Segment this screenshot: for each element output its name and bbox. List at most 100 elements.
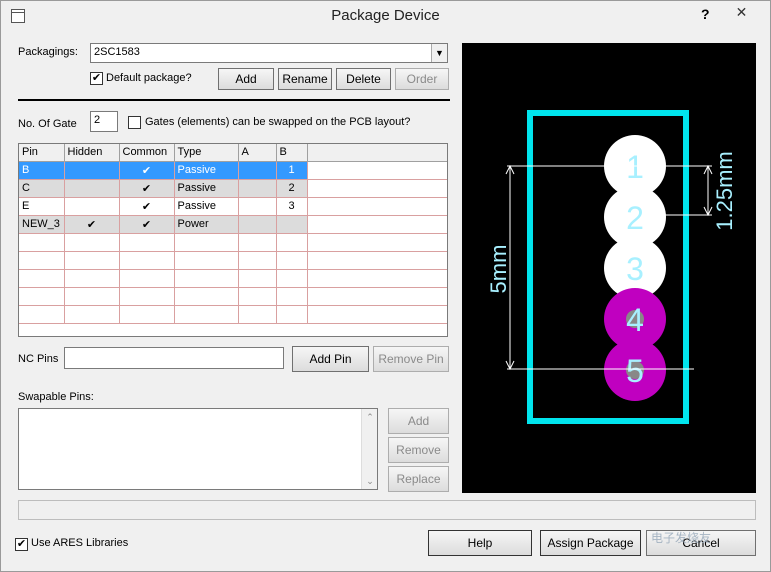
col-header-a[interactable]: A (238, 144, 277, 162)
footprint-preview[interactable]: 1 2 3 4 5 5mm 1.25mm (462, 43, 756, 493)
cell-b[interactable]: 1 (276, 161, 308, 180)
scroll-down-icon[interactable]: ⌄ (362, 473, 378, 489)
cell-pin[interactable] (19, 305, 65, 324)
cell-a[interactable] (238, 251, 277, 270)
swap-remove-button[interactable]: Remove (388, 437, 449, 463)
col-header-b[interactable]: B (276, 144, 308, 162)
cell-hidden[interactable] (64, 197, 120, 216)
table-row[interactable]: E ✔ Passive 3 (19, 197, 447, 216)
cell-a[interactable] (238, 215, 277, 234)
table-row[interactable]: C ✔ Passive 2 (19, 179, 447, 198)
cell-a[interactable] (238, 197, 277, 216)
cell-spacer (307, 305, 447, 324)
pin-table[interactable]: Pin Hidden Common Type A B B ✔ Passive 1 C ✔ P… (18, 143, 448, 337)
assign-package-button[interactable]: Assign Package (540, 530, 641, 556)
add-pin-button[interactable]: Add Pin (292, 346, 369, 372)
cell-type[interactable]: Passive (174, 179, 239, 198)
remove-pin-button[interactable]: Remove Pin (373, 346, 449, 372)
cell-type[interactable] (174, 251, 239, 270)
scroll-up-icon[interactable]: ⌃ (362, 409, 378, 425)
cell-b[interactable]: 3 (276, 197, 308, 216)
table-row[interactable] (19, 305, 447, 324)
cell-common[interactable]: ✔ (119, 215, 175, 234)
cell-common[interactable]: ✔ (119, 161, 175, 180)
cell-pin[interactable]: B (19, 161, 65, 180)
cell-type[interactable] (174, 233, 239, 252)
table-row[interactable]: NEW_3 ✔ ✔ Power (19, 215, 447, 234)
cell-common[interactable] (119, 233, 175, 252)
col-header-hidden[interactable]: Hidden (64, 144, 120, 162)
col-header-pin[interactable]: Pin (19, 144, 65, 162)
cell-hidden[interactable] (64, 233, 120, 252)
cell-pin[interactable] (19, 251, 65, 270)
cell-hidden[interactable] (64, 269, 120, 288)
pin-table-header: Pin Hidden Common Type A B (19, 144, 447, 162)
table-row[interactable] (19, 251, 447, 270)
swap-replace-button[interactable]: Replace (388, 466, 449, 492)
table-row[interactable]: B ✔ Passive 1 (19, 161, 447, 180)
cell-common[interactable] (119, 251, 175, 270)
cell-pin[interactable] (19, 233, 65, 252)
cell-b[interactable] (276, 251, 308, 270)
table-row[interactable] (19, 233, 447, 252)
cell-common[interactable]: ✔ (119, 197, 175, 216)
default-package-checkbox[interactable]: ✔ (90, 72, 103, 85)
cell-spacer (307, 179, 447, 198)
help-icon[interactable]: ? (701, 6, 710, 22)
cell-type[interactable] (174, 305, 239, 324)
packagings-select[interactable]: 2SC1583 ▼ (90, 43, 448, 63)
cell-hidden[interactable] (64, 287, 120, 306)
add-package-button[interactable]: Add (218, 68, 274, 90)
cell-hidden[interactable]: ✔ (64, 215, 120, 234)
scrollbar[interactable]: ⌃ ⌄ (361, 409, 377, 489)
cell-b[interactable]: 2 (276, 179, 308, 198)
cell-pin[interactable] (19, 269, 65, 288)
swapable-pins-list[interactable]: ⌃ ⌄ (18, 408, 378, 490)
gates-swap-checkbox[interactable] (128, 116, 141, 129)
cell-a[interactable] (238, 161, 277, 180)
cell-a[interactable] (238, 179, 277, 198)
cell-hidden[interactable] (64, 251, 120, 270)
cell-b[interactable] (276, 287, 308, 306)
nc-pins-input[interactable] (64, 347, 284, 369)
cell-common[interactable]: ✔ (119, 179, 175, 198)
table-row[interactable] (19, 269, 447, 288)
col-header-type[interactable]: Type (174, 144, 239, 162)
cell-common[interactable] (119, 305, 175, 324)
cell-a[interactable] (238, 269, 277, 288)
cell-type[interactable]: Power (174, 215, 239, 234)
cell-hidden[interactable] (64, 179, 120, 198)
cell-b[interactable] (276, 305, 308, 324)
order-package-button[interactable]: Order (395, 68, 449, 90)
use-ares-checkbox[interactable]: ✔ (15, 538, 28, 551)
cell-common[interactable] (119, 269, 175, 288)
cell-common[interactable] (119, 287, 175, 306)
cell-type[interactable] (174, 287, 239, 306)
cell-b[interactable] (276, 233, 308, 252)
gate-count-input[interactable]: 2 (90, 111, 118, 132)
cell-type[interactable]: Passive (174, 197, 239, 216)
cell-pin[interactable]: C (19, 179, 65, 198)
cell-type[interactable]: Passive (174, 161, 239, 180)
cell-b[interactable] (276, 269, 308, 288)
cell-pin[interactable]: E (19, 197, 65, 216)
cell-spacer (307, 215, 447, 234)
cell-type[interactable] (174, 269, 239, 288)
delete-package-button[interactable]: Delete (336, 68, 391, 90)
help-button[interactable]: Help (428, 530, 532, 556)
cell-hidden[interactable] (64, 161, 120, 180)
cell-a[interactable] (238, 305, 277, 324)
swap-add-button[interactable]: Add (388, 408, 449, 434)
col-header-common[interactable]: Common (119, 144, 175, 162)
cell-hidden[interactable] (64, 305, 120, 324)
status-bar (18, 500, 756, 520)
chevron-down-icon[interactable]: ▼ (431, 44, 447, 62)
cell-a[interactable] (238, 287, 277, 306)
cell-b[interactable] (276, 215, 308, 234)
close-icon[interactable]: ✕ (718, 2, 765, 22)
cell-pin[interactable]: NEW_3 (19, 215, 65, 234)
table-row[interactable] (19, 287, 447, 306)
cell-pin[interactable] (19, 287, 65, 306)
cell-a[interactable] (238, 233, 277, 252)
rename-package-button[interactable]: Rename (278, 68, 332, 90)
